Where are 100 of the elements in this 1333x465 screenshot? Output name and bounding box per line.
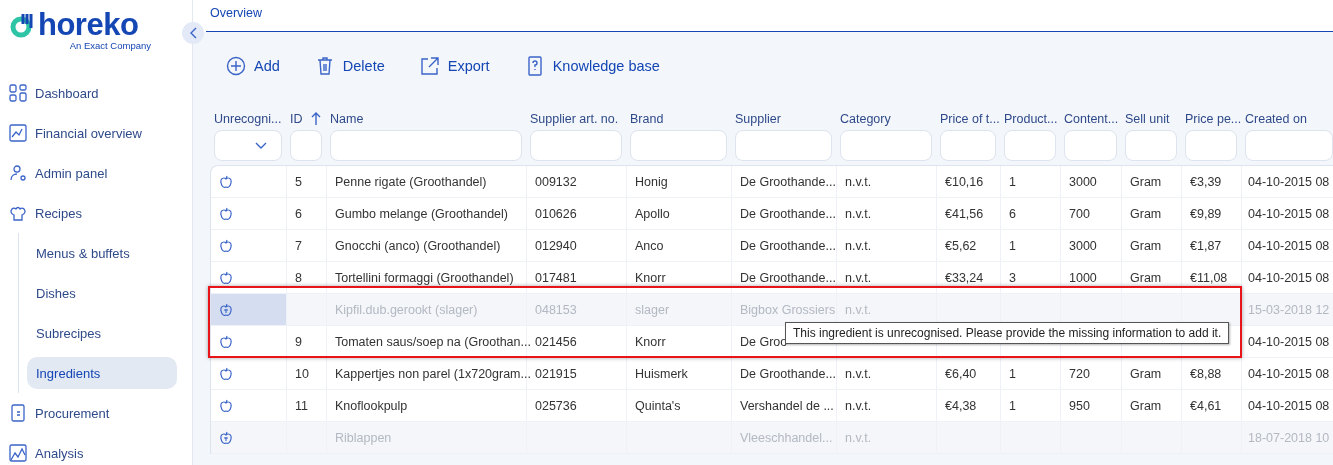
export-icon xyxy=(419,56,440,76)
table-cell: Knoflookpulp xyxy=(335,398,408,413)
column-header[interactable]: Content... xyxy=(1064,112,1119,126)
toolbar-button[interactable]: Export xyxy=(419,55,490,77)
column-header[interactable]: ID xyxy=(290,112,303,126)
table-cell: 04-10-2015 08 xyxy=(1248,334,1330,349)
table-cell: Gram xyxy=(1130,174,1162,189)
table-cell: 04-10-2015 08 xyxy=(1248,206,1330,221)
column-header[interactable]: Price of t... xyxy=(940,112,1000,126)
table-cell: Gumbo melange (Groothandel) xyxy=(335,206,508,221)
table-cell: Kappertjes non parel (1x720gram... xyxy=(335,366,531,381)
toolbar-button[interactable]: Knowledge base xyxy=(524,55,660,77)
table-cell: 017481 xyxy=(535,270,577,285)
apple-icon[interactable] xyxy=(219,398,233,413)
apple-question-icon[interactable] xyxy=(219,302,233,317)
nav-subitem[interactable]: Menus & buffets xyxy=(27,237,177,269)
table-cell: n.v.t. xyxy=(845,174,872,189)
column-header[interactable]: Name xyxy=(330,112,364,126)
table-cell: 5 xyxy=(295,174,302,189)
column-header[interactable]: Brand xyxy=(630,112,664,126)
filter-field[interactable] xyxy=(530,130,622,161)
nav-item[interactable]: Financial overview xyxy=(0,113,192,153)
nav-item[interactable]: Recipes xyxy=(0,193,192,233)
table-cell: 9 xyxy=(295,334,302,349)
filter-field[interactable] xyxy=(1004,130,1056,161)
table-cell: Knorr xyxy=(635,270,666,285)
column-header[interactable]: Sell unit xyxy=(1125,112,1170,126)
column-header[interactable]: Supplier xyxy=(735,112,781,126)
table-cell: €11,08 xyxy=(1190,270,1228,285)
table-cell: 04-10-2015 08 xyxy=(1248,270,1330,285)
invoice-icon xyxy=(9,404,27,422)
nav-subitem[interactable]: Dishes xyxy=(27,277,177,309)
filter-field[interactable] xyxy=(1064,130,1117,161)
table-cell: 3000 xyxy=(1069,174,1097,189)
nav-item[interactable]: Analysis xyxy=(0,433,192,465)
table-cell: 010626 xyxy=(535,206,577,221)
table-cell: De Groothande... xyxy=(740,206,836,221)
filter-field[interactable] xyxy=(735,130,832,161)
apple-icon[interactable] xyxy=(219,270,233,285)
table-cell: 18-07-2018 10 xyxy=(1248,430,1330,445)
dashboard-icon xyxy=(9,84,27,102)
table-cell: 021915 xyxy=(535,366,577,381)
table-cell: Apollo xyxy=(635,206,670,221)
column-header[interactable]: Unrecogni... xyxy=(214,112,282,126)
table-cell: 04-10-2015 08 xyxy=(1248,398,1330,413)
nav-subitem[interactable]: Ingredients xyxy=(27,357,177,389)
filter-field[interactable] xyxy=(1125,130,1177,161)
column-header[interactable]: Price pe... xyxy=(1185,112,1242,126)
analysis-icon xyxy=(9,444,27,462)
table-cell: 6 xyxy=(295,206,302,221)
apple-icon[interactable] xyxy=(219,206,233,221)
filter-field[interactable] xyxy=(290,130,322,161)
table-cell: n.v.t. xyxy=(845,302,872,317)
logo-icon xyxy=(10,12,36,38)
table-cell: 3000 xyxy=(1069,238,1097,253)
filter-field[interactable] xyxy=(840,130,932,161)
table-cell: Kipfil.dub.gerookt (slager) xyxy=(335,302,478,317)
table-cell: n.v.t. xyxy=(845,366,872,381)
apple-question-icon[interactable] xyxy=(219,430,233,445)
table-cell: 1 xyxy=(1009,174,1016,189)
table-cell: €41,56 xyxy=(945,206,984,221)
nav-item[interactable]: Procurement xyxy=(0,393,192,433)
column-header[interactable]: Supplier art. no. xyxy=(530,112,619,126)
sort-arrow-icon[interactable] xyxy=(310,112,321,126)
column-header[interactable]: Product... xyxy=(1004,112,1058,126)
column-header[interactable]: Category xyxy=(840,112,891,126)
filter-field[interactable] xyxy=(630,130,727,161)
table-cell: 1 xyxy=(1009,398,1016,413)
tagline: An Exact Company xyxy=(69,40,151,51)
chevron-left-icon xyxy=(189,27,197,39)
table-cell: Gram xyxy=(1130,270,1162,285)
filter-field[interactable] xyxy=(1185,130,1237,161)
table-cell: 009132 xyxy=(535,174,577,189)
toolbar-button[interactable]: Add xyxy=(226,55,280,77)
toolbar-button[interactable]: Delete xyxy=(314,55,385,77)
table-cell: 012940 xyxy=(535,238,577,253)
table-cell: Vershandel de ... xyxy=(740,398,834,413)
apple-icon[interactable] xyxy=(219,366,233,381)
table-cell: €8,88 xyxy=(1190,366,1222,381)
apple-icon[interactable] xyxy=(219,238,233,253)
apple-icon[interactable] xyxy=(219,334,233,349)
add-icon xyxy=(226,56,246,76)
table-cell: Tortellini formaggi (Groothandel) xyxy=(335,270,514,285)
nav-item[interactable]: Admin panel xyxy=(0,153,192,193)
table-cell: 700 xyxy=(1069,206,1090,221)
breadcrumb-link[interactable]: Overview xyxy=(206,6,263,20)
table-cell: 1000 xyxy=(1069,270,1097,285)
apple-icon[interactable] xyxy=(219,174,233,189)
table-cell: De Groothande... xyxy=(740,270,836,285)
table-cell: 7 xyxy=(295,238,302,253)
column-header[interactable]: Created on xyxy=(1245,112,1307,126)
nav-subitem[interactable]: Subrecipes xyxy=(27,317,177,349)
filter-dropdown[interactable] xyxy=(214,130,282,161)
logo-text: horeko xyxy=(38,10,139,40)
filter-field[interactable] xyxy=(1245,130,1333,161)
filter-field[interactable] xyxy=(940,130,996,161)
nav-item[interactable]: Dashboard xyxy=(0,73,192,113)
chart-icon xyxy=(9,124,27,142)
filter-field[interactable] xyxy=(330,130,522,161)
table-cell: n.v.t. xyxy=(845,430,872,445)
